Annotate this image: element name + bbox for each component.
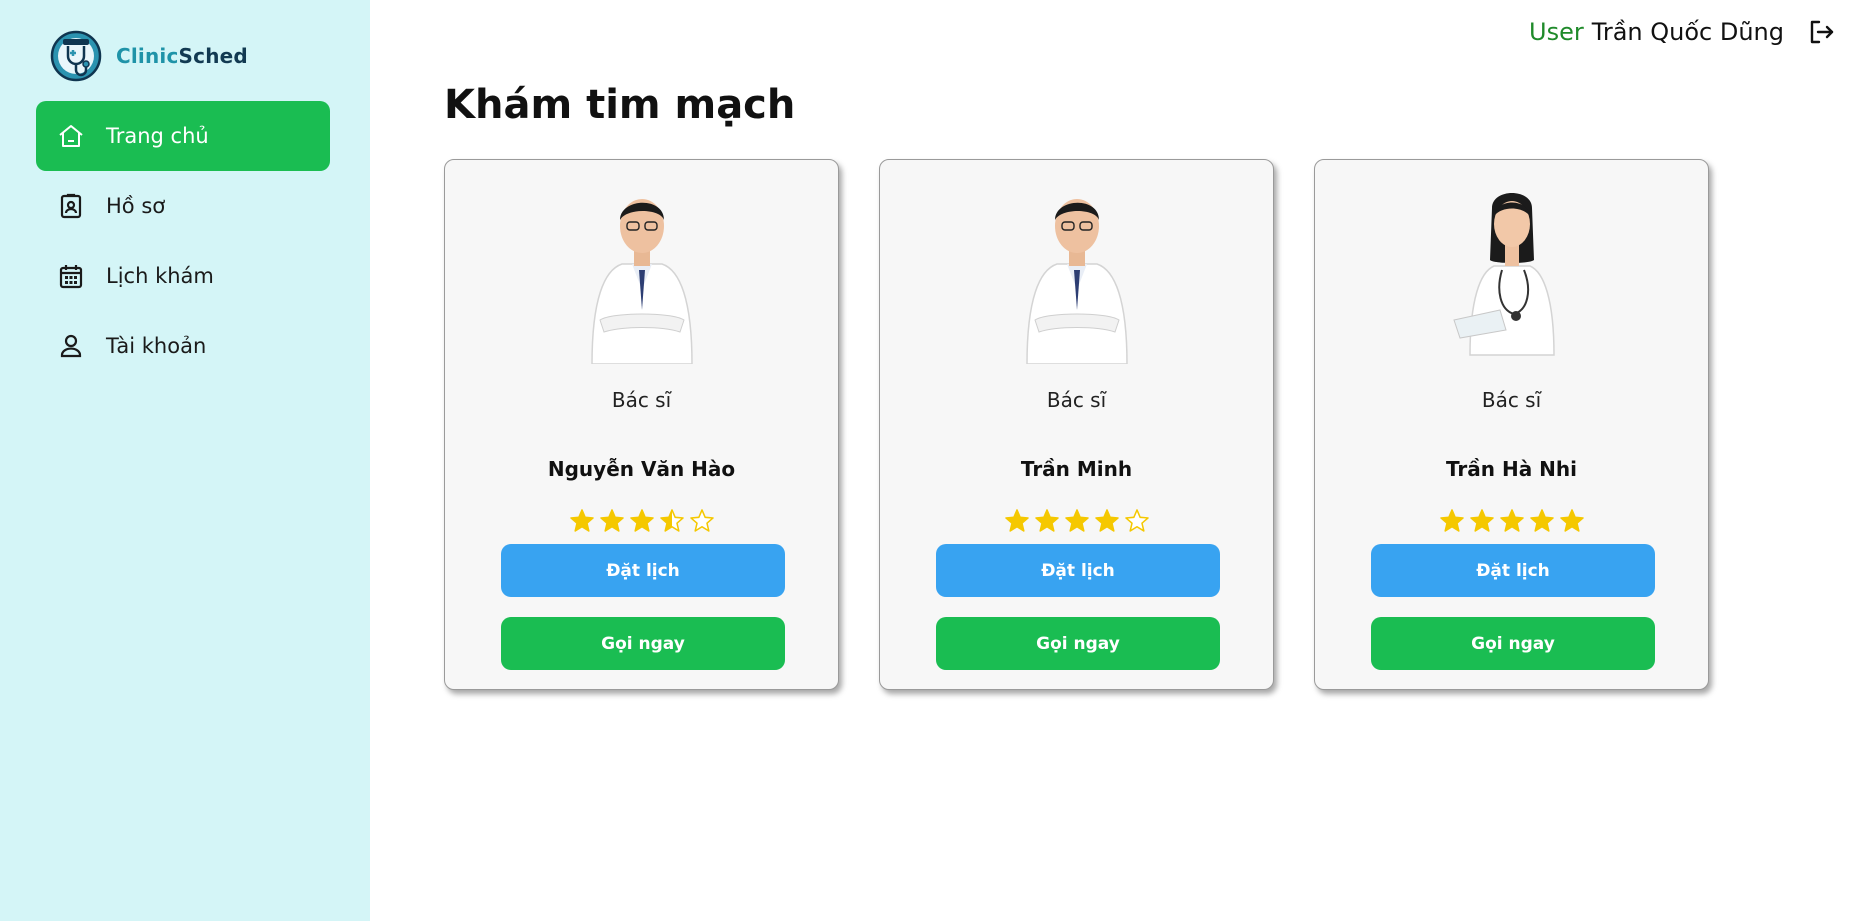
calendar-icon	[56, 261, 86, 291]
doctor-name: Nguyễn Văn Hào	[547, 457, 736, 481]
call-now-button[interactable]: Gọi ngay	[936, 617, 1220, 670]
star-empty-icon	[689, 509, 714, 532]
doctor-card: Bác sĩ Nguyễn Văn Hào Đặt lịch Gọi ngay	[444, 159, 839, 690]
sidebar-item-label: Trang chủ	[106, 124, 209, 148]
star-full-icon	[1004, 509, 1029, 532]
doctor-photo	[1025, 199, 1128, 364]
star-empty-icon	[1124, 509, 1149, 532]
star-full-icon	[1034, 509, 1059, 532]
star-full-icon	[599, 509, 624, 532]
star-full-icon	[569, 509, 594, 532]
star-full-icon	[1559, 509, 1584, 532]
star-half-icon	[659, 509, 684, 532]
sidebar-item-label: Lịch khám	[106, 264, 214, 288]
doctor-role: Bác sĩ	[1046, 388, 1107, 412]
sidebar-item-account[interactable]: Tài khoản	[36, 311, 330, 381]
sidebar-item-label: Tài khoản	[106, 334, 207, 358]
star-full-icon	[1499, 509, 1524, 532]
star-full-icon	[1439, 509, 1464, 532]
call-now-button[interactable]: Gọi ngay	[1371, 617, 1655, 670]
user-prefix: User	[1529, 18, 1584, 46]
sidebar: ClinicSched Trang chủ Hồ sơ Lịch khám Tà…	[0, 0, 370, 921]
rating-stars	[445, 508, 838, 534]
star-full-icon	[1469, 509, 1494, 532]
sidebar-item-schedule[interactable]: Lịch khám	[36, 241, 330, 311]
star-full-icon	[1094, 509, 1119, 532]
user-name: Trần Quốc Dũng	[1591, 18, 1784, 46]
doctor-photo	[1452, 193, 1555, 356]
rating-stars	[1315, 508, 1708, 534]
star-full-icon	[1529, 509, 1554, 532]
logout-icon[interactable]	[1806, 17, 1836, 47]
user-header: User Trần Quốc Dũng	[1529, 14, 1836, 50]
book-appointment-button[interactable]: Đặt lịch	[501, 544, 785, 597]
rating-stars	[880, 508, 1273, 534]
brand-part2: Sched	[178, 44, 248, 68]
sidebar-item-label: Hồ sơ	[106, 194, 166, 218]
brand-part1: Clinic	[116, 44, 179, 68]
sidebar-item-home[interactable]: Trang chủ	[36, 101, 330, 171]
sidebar-nav: Trang chủ Hồ sơ Lịch khám Tài khoản	[36, 101, 330, 381]
star-full-icon	[629, 509, 654, 532]
user-icon	[56, 331, 86, 361]
doctor-photo	[590, 199, 693, 364]
book-appointment-button[interactable]: Đặt lịch	[936, 544, 1220, 597]
home-icon	[56, 121, 86, 151]
doctor-list: Bác sĩ Nguyễn Văn Hào Đặt lịch Gọi ngay …	[444, 159, 1709, 690]
doctor-card: Bác sĩ Trần Minh Đặt lịch Gọi ngay	[879, 159, 1274, 690]
doctor-card: Bác sĩ Trần Hà Nhi Đặt lịch Gọi ngay	[1314, 159, 1709, 690]
star-full-icon	[1064, 509, 1089, 532]
clinic-logo-icon	[50, 30, 102, 82]
profile-badge-icon	[56, 191, 86, 221]
sidebar-item-profile[interactable]: Hồ sơ	[36, 171, 330, 241]
doctor-role: Bác sĩ	[1481, 388, 1542, 412]
call-now-button[interactable]: Gọi ngay	[501, 617, 785, 670]
doctor-name: Trần Minh	[1020, 457, 1133, 481]
doctor-name: Trần Hà Nhi	[1445, 457, 1578, 481]
brand-name: ClinicSched	[116, 44, 248, 68]
page-title: Khám tim mạch	[444, 82, 796, 128]
book-appointment-button[interactable]: Đặt lịch	[1371, 544, 1655, 597]
doctor-role: Bác sĩ	[611, 388, 672, 412]
app-logo[interactable]: ClinicSched	[50, 30, 248, 82]
